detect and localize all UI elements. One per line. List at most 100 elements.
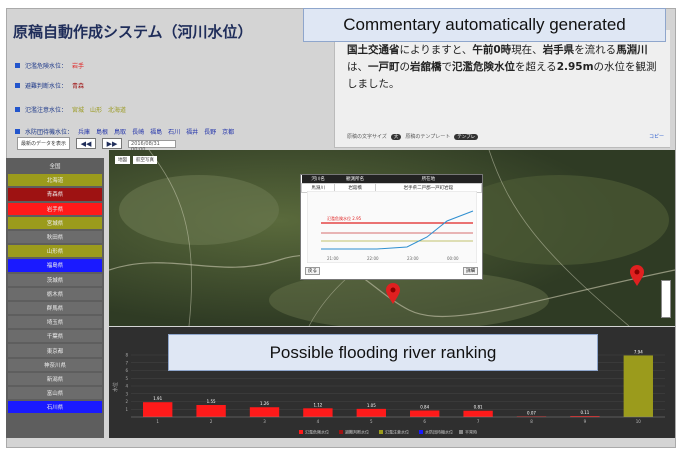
bar — [249, 407, 280, 417]
sidebar-item-prefecture[interactable]: 茨城県 — [8, 273, 102, 286]
popup-detail-button[interactable]: 詳細 — [463, 267, 478, 275]
satellite-button[interactable]: 航空写真 — [133, 156, 157, 164]
danger-level-label: 氾濫危険水位 2.95 — [327, 215, 362, 221]
level-values: 宮城 山形 北海道 — [72, 105, 126, 114]
map-pin-icon-2[interactable] — [629, 265, 645, 287]
level-values: 青森 — [72, 81, 84, 90]
level-prefecture[interactable]: 青森 — [72, 81, 84, 90]
commentary-panel: 国土交通省によりますと、午前0時現在、岩手県を流れる馬淵川は、一戸町の岩舘橋で氾… — [334, 30, 670, 148]
level-prefecture[interactable]: 島根 — [96, 127, 108, 136]
sidebar-item-prefecture[interactable]: 石川県 — [8, 401, 102, 414]
y-tick-label: 6 — [125, 368, 128, 373]
bar-value-label: 0.81 — [474, 405, 483, 410]
commentary-fragment: 岩手県 — [542, 44, 575, 56]
sidebar-item-prefecture[interactable]: 栃木県 — [8, 287, 102, 300]
level-prefecture[interactable]: 岩手 — [72, 61, 84, 70]
level-label: 水防団待機水位： — [25, 129, 74, 136]
bar-value-label: 1.91 — [153, 396, 162, 401]
bar-value-label: 1.26 — [260, 401, 269, 406]
level-prefecture[interactable]: 長崎 — [132, 127, 144, 136]
level-prefecture[interactable]: 兵庫 — [78, 127, 90, 136]
commentary-fragment: 国土交通省 — [347, 44, 400, 56]
legend-swatch — [299, 430, 303, 434]
legend-swatch — [379, 430, 383, 434]
bar-value-label: 1.05 — [367, 403, 376, 408]
prefecture-sidebar: 全国 北海道 青森県 岩手県 宮城県 秋田県 山形県 福島県 茨城県 栃木県 群馬県 埼玉県 千葉県 東京… — [6, 158, 104, 438]
river-popup: 河川名 観測所名 所在地 馬淵川 岩舘橋 岩手県二戸郡一戸町岩舘 氾濫危険水位 2.95… — [300, 174, 483, 280]
y-tick-label: 7 — [125, 360, 128, 365]
level-prefecture[interactable]: 長野 — [204, 127, 216, 136]
legend-label: 水防団待機水位 — [425, 429, 453, 435]
sidebar-item-prefecture[interactable]: 福島県 — [8, 259, 102, 272]
legend-swatch — [459, 430, 463, 434]
popup-back-button[interactable]: 戻る — [305, 267, 320, 275]
sidebar-item-prefecture[interactable]: 東京都 — [8, 344, 102, 357]
commentary-fragment: 2.95m — [556, 61, 594, 73]
commentary-fragment: 午前0時 — [472, 44, 512, 56]
bar — [356, 408, 386, 417]
zoom-control[interactable] — [661, 280, 671, 318]
level-prefecture[interactable]: 山形 — [90, 105, 102, 114]
sidebar-item-prefecture[interactable]: 群馬県 — [8, 301, 102, 315]
sidebar-item-prefecture[interactable]: 宮城県 — [8, 216, 102, 229]
bar — [623, 355, 653, 417]
level-prefecture[interactable]: 宮城 — [72, 105, 84, 114]
commentary-fragment: 氾濫危険水位 — [452, 61, 515, 73]
commentary-fragment: 一戸町 — [368, 61, 400, 73]
map-pin-icon[interactable] — [385, 283, 401, 305]
next-button[interactable]: ▶▶ — [102, 138, 123, 149]
callout-commentary: Commentary automatically generated — [303, 8, 666, 42]
bar — [463, 410, 493, 417]
level-prefecture[interactable]: 福島 — [150, 127, 162, 136]
template-select[interactable]: テンプレ — [454, 133, 479, 140]
sidebar-item-prefecture[interactable]: 埼玉県 — [8, 316, 102, 329]
sidebar-item-prefecture[interactable]: 北海道 — [8, 174, 102, 187]
x-tick-label: 1 — [156, 419, 159, 424]
level-label: 避難判断水位： — [25, 83, 68, 90]
bar — [143, 402, 173, 417]
time-tick: 21:00 — [327, 256, 339, 261]
level-prefecture[interactable]: 北海道 — [108, 105, 126, 114]
level-row: 水防団待機水位： 兵庫 島根 鳥取 長崎 福島 石川 福井 長野 京都 — [15, 127, 234, 136]
x-tick-label: 2 — [210, 419, 213, 424]
level-row: 氾濫注意水位： 宮城 山形 北海道 — [15, 105, 126, 114]
sidebar-item-prefecture[interactable]: 富山県 — [8, 387, 102, 400]
sidebar-item-prefecture[interactable]: 千葉県 — [8, 330, 102, 343]
copy-link[interactable]: コピー — [649, 133, 664, 140]
bar-value-label: 1.12 — [313, 402, 322, 407]
x-tick-label: 6 — [423, 419, 426, 424]
sidebar-item-prefecture[interactable]: 全国 — [8, 160, 102, 173]
prev-button[interactable]: ◀◀ — [76, 138, 97, 149]
font-size-select[interactable]: 大 — [390, 133, 402, 140]
map-type-buttons: 地図 航空写真 — [115, 156, 157, 164]
latest-data-button[interactable]: 最新のデータを表示 — [17, 137, 71, 150]
legend-label: 氾濫注意水位 — [385, 429, 409, 435]
y-tick-label: 3 — [125, 391, 128, 396]
level-prefecture[interactable]: 京都 — [222, 127, 234, 136]
water-level-chart: 氾濫危険水位 2.95 21:00 22:00 23:00 00:00 — [307, 191, 477, 263]
x-tick-label: 3 — [263, 419, 266, 424]
sidebar-item-prefecture[interactable]: 秋田県 — [8, 230, 102, 244]
level-values: 兵庫 島根 鳥取 長崎 福島 石川 福井 長野 京都 — [78, 127, 234, 136]
map-button[interactable]: 地図 — [115, 156, 130, 164]
sidebar-item-prefecture[interactable]: 神奈川県 — [8, 358, 102, 371]
template-label: 原稿のテンプレート — [405, 134, 451, 140]
popup-header: 観測所名 — [334, 175, 376, 184]
sidebar-item-prefecture[interactable]: 新潟県 — [8, 372, 102, 385]
y-tick-label: 8 — [125, 353, 128, 358]
legend-swatch — [339, 430, 343, 434]
commentary-fragment: 現在、 — [511, 44, 543, 56]
sidebar-item-prefecture[interactable]: 青森県 — [8, 188, 102, 201]
time-tick: 00:00 — [447, 256, 459, 261]
sidebar-item-prefecture[interactable]: 山形県 — [8, 245, 102, 258]
popup-header: 河川名 — [301, 175, 335, 184]
bar-value-label: 0.84 — [420, 404, 429, 409]
level-prefecture[interactable]: 鳥取 — [114, 127, 126, 136]
map-view[interactable]: 地図 航空写真 河川名 観測所名 所在地 馬淵川 岩舘橋 岩手県二戸郡一戸町岩舘 氾濫危… — [109, 150, 675, 326]
level-prefecture[interactable]: 石川 — [168, 127, 180, 136]
bullet-icon — [15, 129, 20, 134]
date-field[interactable]: 2016/08/31 00:00 — [128, 139, 177, 153]
time-tick: 22:00 — [367, 256, 379, 261]
sidebar-item-prefecture[interactable]: 岩手県 — [8, 202, 102, 215]
level-prefecture[interactable]: 福井 — [186, 127, 198, 136]
